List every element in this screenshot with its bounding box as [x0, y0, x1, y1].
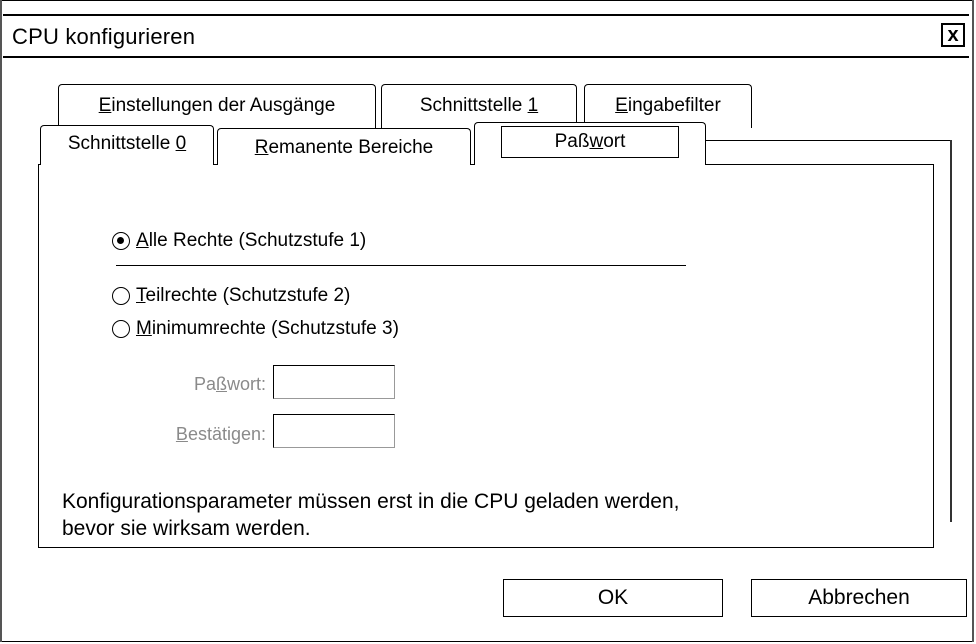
- tab-strip-line: [706, 140, 950, 141]
- tab-label: Schnittstelle 0: [67, 133, 187, 154]
- panel-back-edge: [950, 140, 952, 522]
- note-line-2: bevor sie wirksam werden.: [62, 517, 311, 540]
- ok-label: OK: [597, 586, 629, 609]
- radio-selected-icon[interactable]: [112, 232, 130, 250]
- tab-label: Schnittstelle 1: [419, 95, 539, 116]
- confirm-label: Bestätigen:: [175, 424, 266, 444]
- tab-label: Remanente Bereiche: [254, 137, 434, 158]
- window-title: CPU konfigurieren: [12, 24, 196, 49]
- radio-label: Minimumrechte (Schutzstufe 3): [136, 318, 399, 339]
- radio-unselected-icon[interactable]: [112, 320, 130, 338]
- info-note: Konfigurationsparameter müssen erst in d…: [62, 488, 680, 542]
- radio-label: Alle Rechte (Schutzstufe 1): [136, 230, 367, 251]
- tab-label: Einstellungen der Ausgänge: [98, 95, 336, 116]
- radio-minimumrechte[interactable]: Minimumrechte (Schutzstufe 3): [112, 318, 399, 340]
- ok-button[interactable]: OK: [503, 579, 723, 617]
- close-icon: x: [947, 24, 959, 46]
- cancel-button[interactable]: Abbrechen: [751, 579, 967, 617]
- tab-label: Eingabefilter: [615, 95, 721, 116]
- confirm-input[interactable]: [273, 414, 395, 448]
- tab-passwort[interactable]: Paßwort: [474, 122, 706, 165]
- note-line-1: Konfigurationsparameter müssen erst in d…: [62, 490, 680, 513]
- radio-label: Teilrechte (Schutzstufe 2): [136, 285, 351, 306]
- radio-teilrechte[interactable]: Teilrechte (Schutzstufe 2): [112, 285, 350, 307]
- password-input[interactable]: [273, 365, 395, 399]
- radio-alle-rechte[interactable]: Alle Rechte (Schutzstufe 1): [112, 230, 366, 252]
- password-label: Paßwort:: [193, 374, 266, 394]
- tab-einstellungen-der-ausgaenge[interactable]: Einstellungen der Ausgänge: [58, 84, 376, 128]
- separator-line: [116, 265, 686, 266]
- close-button[interactable]: x: [941, 23, 965, 47]
- title-bar[interactable]: CPU konfigurieren x: [3, 14, 969, 58]
- tab-remanente-bereiche[interactable]: Remanente Bereiche: [217, 128, 471, 165]
- radio-unselected-icon[interactable]: [112, 287, 130, 305]
- tab-label: Paßwort: [554, 131, 626, 152]
- cancel-label: Abbrechen: [808, 586, 910, 609]
- tab-schnittstelle-0[interactable]: Schnittstelle 0: [40, 125, 214, 165]
